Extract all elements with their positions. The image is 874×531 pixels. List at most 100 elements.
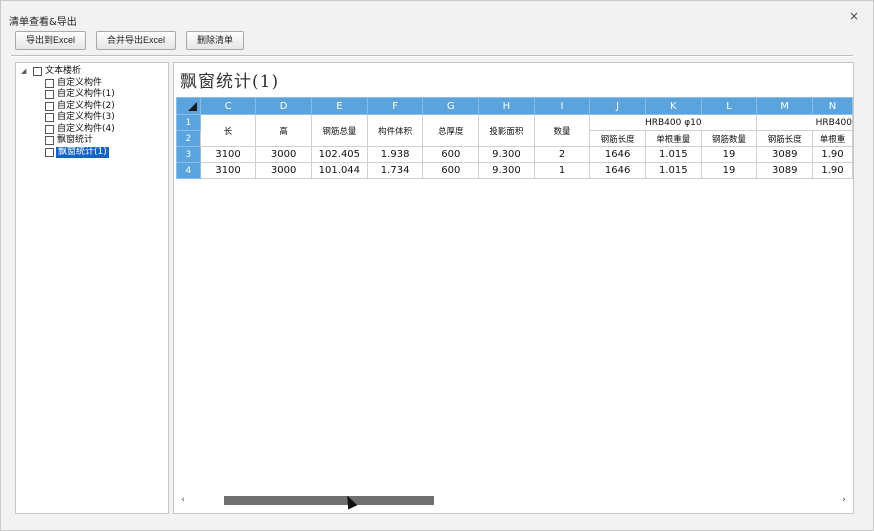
tree-item[interactable]: 自定义构件 — [16, 78, 168, 90]
tree-item-checkbox[interactable] — [45, 113, 54, 122]
list-tree: ◢ 文本楼析 自定义构件 自定义构件(1) 自定义构件(2) 自定义构件(3) … — [15, 62, 169, 514]
row-header[interactable]: 4 — [176, 162, 201, 179]
table-cell[interactable]: 1646 — [589, 162, 646, 179]
table-cell[interactable]: 1 — [533, 162, 591, 179]
table-cell[interactable]: 1.015 — [644, 146, 702, 163]
tree-item[interactable]: 自定义构件(1) — [16, 89, 168, 101]
column-header[interactable]: I — [533, 97, 591, 115]
horizontal-scrollbar[interactable]: ‹ › — [174, 493, 853, 507]
tree-item-label: 自定义构件(4) — [57, 123, 115, 134]
close-icon[interactable]: × — [849, 9, 859, 23]
table-cell[interactable]: 2 — [533, 146, 591, 163]
table-row: 4 3100 3000 101.044 1.734 600 9.300 1 16… — [176, 162, 853, 179]
column-header[interactable]: N — [812, 97, 853, 115]
row-header[interactable]: 1 — [176, 114, 201, 131]
cell-header-group-hrb400-10[interactable]: HRB400 φ10 — [589, 114, 758, 131]
tree-root-checkbox[interactable] — [33, 67, 42, 76]
tree-item[interactable]: 自定义构件(4) — [16, 124, 168, 136]
column-header[interactable]: G — [422, 97, 480, 115]
table-cell[interactable]: 101.044 — [310, 162, 368, 179]
table-cell[interactable]: 1646 — [589, 146, 646, 163]
column-header[interactable]: K — [644, 97, 702, 115]
cell-header-volume[interactable]: 构件体积 — [366, 114, 424, 147]
cell-header-thickness[interactable]: 总厚度 — [422, 114, 480, 147]
cell-header-unit-weight-2[interactable]: 单根重 — [812, 130, 853, 147]
table-cell[interactable]: 9.300 — [478, 162, 535, 179]
tree-root[interactable]: ◢ 文本楼析 — [16, 66, 168, 78]
table-cell[interactable]: 600 — [422, 162, 480, 179]
row-header[interactable]: 2 — [176, 130, 201, 147]
delete-list-button[interactable]: 删除清单 — [186, 31, 245, 50]
table-cell[interactable]: 3000 — [255, 146, 312, 163]
tree-item-label: 自定义构件(3) — [57, 112, 115, 122]
corner-triangle-icon — [187, 102, 197, 111]
table-cell[interactable]: 1.90 — [812, 146, 853, 163]
tree-item-checkbox[interactable] — [45, 78, 54, 88]
tree-item-label: 自定义构件 — [57, 77, 103, 88]
tree-item-checkbox[interactable] — [45, 101, 54, 111]
sheet-title: 飘窗统计(1) — [180, 72, 280, 92]
tree-item[interactable]: 自定义构件(3) — [16, 112, 168, 124]
cell-header-rebar-length-2[interactable]: 钢筋长度 — [756, 130, 814, 147]
tree-item[interactable]: 飘窗统计 — [16, 135, 168, 147]
cell-header-rebar-length[interactable]: 钢筋长度 — [589, 130, 646, 147]
tree-root-label: 文本楼析 — [45, 66, 82, 76]
table-cell[interactable]: 3100 — [199, 162, 257, 179]
column-header[interactable]: M — [756, 97, 814, 115]
table-row: 3 3100 3000 102.405 1.938 600 9.300 2 16… — [176, 146, 853, 163]
table-cell[interactable]: 3089 — [756, 146, 814, 163]
table-cell[interactable]: 19 — [700, 162, 758, 179]
column-header[interactable]: L — [700, 97, 758, 115]
cell-header-count[interactable]: 数量 — [533, 114, 591, 147]
expand-triangle-icon[interactable]: ◢ — [21, 66, 26, 77]
tree-item-checkbox[interactable] — [45, 136, 54, 145]
spreadsheet-grid: C D E F G H I J K L M N 1 长 高 钢筋总量 构件体积 … — [176, 97, 853, 179]
column-header[interactable]: E — [310, 97, 368, 115]
tree-item-selected[interactable]: 飘窗统计(1) — [16, 146, 168, 159]
column-header[interactable]: J — [589, 97, 646, 115]
window-title: 清单查看&导出 — [9, 17, 77, 28]
tree-item-label: 自定义构件(1) — [57, 89, 115, 99]
toolbar: 导出到Excel 合并导出Excel 删除清单 — [15, 31, 245, 51]
scroll-right-icon[interactable]: › — [837, 493, 851, 507]
table-cell[interactable]: 3100 — [199, 146, 257, 163]
cell-header-group-hrb400[interactable]: HRB400 — [756, 114, 853, 131]
tree-item-label: 飘窗统计(1) — [56, 146, 109, 158]
table-cell[interactable]: 3000 — [255, 162, 312, 179]
column-header[interactable]: H — [478, 97, 535, 115]
row-header[interactable]: 3 — [176, 146, 201, 163]
export-dialog: 清单查看&导出 × 导出到Excel 合并导出Excel 删除清单 ◢ 文本楼析… — [0, 0, 874, 531]
cell-header-unit-weight[interactable]: 单根重量 — [644, 130, 702, 147]
table-cell[interactable]: 1.938 — [366, 146, 424, 163]
merge-export-button[interactable]: 合并导出Excel — [96, 31, 177, 50]
scrollbar-track[interactable] — [192, 496, 835, 505]
column-header[interactable]: F — [366, 97, 424, 115]
scrollbar-thumb[interactable] — [224, 496, 434, 505]
table-cell[interactable]: 1.90 — [812, 162, 853, 179]
scroll-left-icon[interactable]: ‹ — [176, 493, 190, 507]
toolbar-divider — [11, 55, 853, 57]
table-cell[interactable]: 600 — [422, 146, 480, 163]
table-cell[interactable]: 3089 — [756, 162, 814, 179]
cell-header-rebar-count[interactable]: 钢筋数量 — [700, 130, 758, 147]
tree-item-label: 自定义构件(2) — [57, 100, 115, 111]
export-excel-button[interactable]: 导出到Excel — [15, 31, 87, 50]
cell-header-projected-area[interactable]: 投影面积 — [478, 114, 535, 147]
cell-header-length[interactable]: 长 — [199, 114, 257, 147]
cell-header-rebar-total[interactable]: 钢筋总量 — [310, 114, 368, 147]
table-cell[interactable]: 9.300 — [478, 146, 535, 163]
column-header[interactable]: D — [255, 97, 312, 115]
tree-item-checkbox[interactable] — [45, 90, 54, 99]
table-cell[interactable]: 102.405 — [310, 146, 368, 163]
title-bar: 清单查看&导出 × — [1, 1, 873, 29]
tree-item[interactable]: 自定义构件(2) — [16, 101, 168, 113]
column-header[interactable]: C — [199, 97, 257, 115]
tree-item-checkbox[interactable] — [45, 124, 54, 134]
table-cell[interactable]: 19 — [700, 146, 758, 163]
cell-header-height[interactable]: 高 — [255, 114, 312, 147]
select-all-corner[interactable] — [176, 97, 201, 115]
table-cell[interactable]: 1.734 — [366, 162, 424, 179]
tree-item-checkbox[interactable] — [45, 147, 54, 157]
table-cell[interactable]: 1.015 — [644, 162, 702, 179]
tree-item-label: 飘窗统计 — [57, 135, 94, 145]
